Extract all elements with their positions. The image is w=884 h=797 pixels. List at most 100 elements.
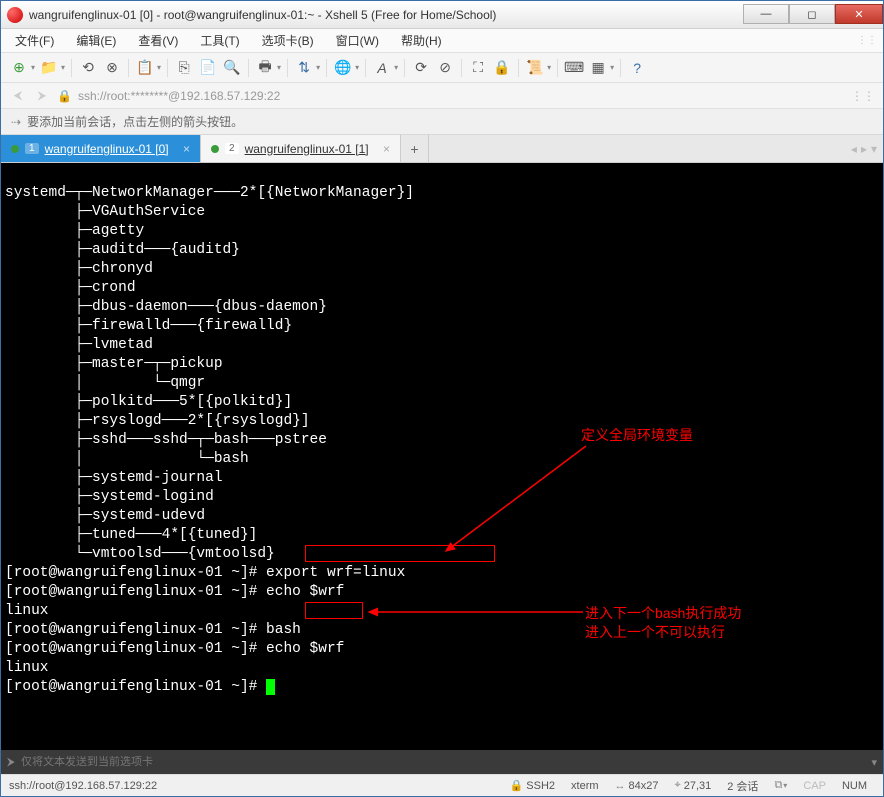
arrow-icon	[361, 605, 591, 619]
forward-icon[interactable]: ⮞	[33, 87, 51, 105]
status-sessions: 2 会话	[719, 778, 766, 794]
status-term: xterm	[563, 780, 607, 792]
send-bar: ⮞ ▾	[1, 750, 883, 774]
tab-list-icon[interactable]: ▾	[871, 142, 877, 156]
term-line: ├─systemd-logind	[5, 489, 214, 505]
tab-session-1[interactable]: 1 wangruifenglinux-01 [0] ×	[1, 135, 201, 162]
dropdown-icon[interactable]: ▾	[783, 781, 787, 790]
term-line: ├─dbus-daemon───{dbus-daemon}	[5, 299, 327, 315]
menu-file[interactable]: 文件(F)	[11, 30, 58, 51]
lock-icon[interactable]: 🔒	[492, 58, 512, 78]
new-session-icon[interactable]: ⊕	[9, 58, 29, 78]
separator	[326, 59, 327, 77]
globe-icon[interactable]: 🌐	[333, 58, 353, 78]
term-line: ├─chronyd	[5, 261, 153, 277]
add-session-icon[interactable]: ⇢	[11, 115, 21, 129]
print-icon[interactable]: 🖶	[255, 58, 275, 78]
status-dot-icon	[211, 145, 219, 153]
term-line: linux	[5, 660, 49, 676]
tab-session-2[interactable]: 2 wangruifenglinux-01 [1] ×	[201, 135, 401, 162]
annotation: 进入下一个bash执行成功	[585, 604, 741, 623]
term-line: ├─agetty	[5, 223, 144, 239]
highlight-box	[305, 545, 495, 562]
separator	[287, 59, 288, 77]
reconnect-icon[interactable]: ⟲	[78, 58, 98, 78]
send-options-icon[interactable]: ▾	[871, 756, 877, 769]
close-button[interactable]: ✕	[835, 4, 883, 24]
font-icon[interactable]: A	[372, 58, 392, 78]
separator	[365, 59, 366, 77]
tab-close-icon[interactable]: ×	[183, 142, 190, 156]
paste-icon[interactable]: 📄	[198, 58, 218, 78]
layout-icon[interactable]: ▦	[588, 58, 608, 78]
refresh-icon[interactable]: ⟳	[411, 58, 431, 78]
dropdown-icon[interactable]: ▾	[316, 63, 320, 72]
term-line: │ └─qmgr	[5, 375, 205, 391]
tab-close-icon[interactable]: ×	[383, 142, 390, 156]
find-icon[interactable]: 🔍	[222, 58, 242, 78]
address-bar: ⮜ ⮞ 🔒 ssh://root:********@192.168.57.129…	[1, 83, 883, 109]
dropdown-icon[interactable]: ▾	[157, 63, 161, 72]
toolbar: ⊕▾ 📁▾ ⟲ ⊗ 📋▾ ⎘ 📄 🔍 🖶▾ ⇅▾ 🌐▾ A▾ ⟳ ⊘ ⛶ 🔒 📜…	[1, 53, 883, 83]
term-line: ├─rsyslogd───2*[{rsyslogd}]	[5, 413, 310, 429]
open-folder-icon[interactable]: 📁	[39, 58, 59, 78]
annotation: 定义全局环境变量	[581, 426, 693, 445]
dropdown-icon[interactable]: ▾	[547, 63, 551, 72]
annotation: 进入上一个不可以执行	[585, 623, 725, 642]
stop-icon[interactable]: ⊘	[435, 58, 455, 78]
maximize-button[interactable]: ◻	[789, 4, 835, 24]
menu-tabs[interactable]: 选项卡(B)	[258, 30, 318, 51]
window-title: wangruifenglinux-01 [0] - root@wangruife…	[29, 8, 743, 22]
help-icon[interactable]: ?	[627, 58, 647, 78]
term-line: ├─sshd───sshd─┬─bash───pstree	[5, 432, 327, 448]
term-line: ├─polkitd───5*[{polkitd}]	[5, 394, 292, 410]
menu-tools[interactable]: 工具(T)	[196, 30, 243, 51]
term-line: systemd─┬─NetworkManager───2*[{NetworkMa…	[5, 185, 414, 201]
send-input[interactable]	[21, 756, 866, 768]
term-line: ├─master─┬─pickup	[5, 356, 223, 372]
app-window: wangruifenglinux-01 [0] - root@wangruife…	[0, 0, 884, 797]
menu-help[interactable]: 帮助(H)	[397, 30, 446, 51]
back-icon[interactable]: ⮜	[9, 87, 27, 105]
status-size: 84x27	[629, 780, 659, 792]
dropdown-icon[interactable]: ▾	[31, 63, 35, 72]
term-line: [root@wangruifenglinux-01 ~]# bash	[5, 622, 301, 638]
keyboard-icon[interactable]: ⌨	[564, 58, 584, 78]
size-icon: ↔	[615, 780, 626, 792]
term-line: ├─firewalld───{firewalld}	[5, 318, 292, 334]
highlight-box	[305, 602, 363, 619]
term-line: [root@wangruifenglinux-01 ~]# export wrf…	[5, 565, 405, 581]
properties-icon[interactable]: 📋	[135, 58, 155, 78]
dropdown-icon[interactable]: ▾	[394, 63, 398, 72]
app-icon	[7, 7, 23, 23]
dropdown-icon[interactable]: ▾	[61, 63, 65, 72]
fullscreen-icon[interactable]: ⛶	[468, 58, 488, 78]
dropdown-icon[interactable]: ▾	[610, 63, 614, 72]
menu-window[interactable]: 窗口(W)	[332, 30, 383, 51]
minimize-button[interactable]: —	[743, 4, 789, 24]
menu-view[interactable]: 查看(V)	[134, 30, 182, 51]
terminal[interactable]: systemd─┬─NetworkManager───2*[{NetworkMa…	[1, 163, 883, 750]
address-url[interactable]: ssh://root:********@192.168.57.129:22	[78, 89, 845, 103]
add-tab-button[interactable]: +	[401, 135, 429, 162]
status-cap: CAP	[795, 780, 834, 792]
menubar-grip-icon: ⋮⋮	[857, 35, 877, 46]
send-icon[interactable]: ⮞	[7, 756, 15, 769]
separator	[71, 59, 72, 77]
separator	[248, 59, 249, 77]
tab-label: wangruifenglinux-01 [0]	[45, 142, 169, 156]
tab-prev-icon[interactable]: ◂	[851, 142, 857, 156]
dropdown-icon[interactable]: ▾	[277, 63, 281, 72]
script-icon[interactable]: 📜	[525, 58, 545, 78]
dropdown-icon[interactable]: ▾	[355, 63, 359, 72]
tab-next-icon[interactable]: ▸	[861, 142, 867, 156]
transfer-icon[interactable]: ⇅	[294, 58, 314, 78]
menu-edit[interactable]: 编辑(E)	[72, 30, 120, 51]
term-line: ├─auditd───{auditd}	[5, 242, 240, 258]
term-line: ├─VGAuthService	[5, 204, 205, 220]
term-line: ├─systemd-journal	[5, 470, 223, 486]
copy-icon[interactable]: ⎘	[174, 58, 194, 78]
term-line: [root@wangruifenglinux-01 ~]# echo $wrf	[5, 584, 344, 600]
term-line: linux	[5, 603, 49, 619]
disconnect-icon[interactable]: ⊗	[102, 58, 122, 78]
